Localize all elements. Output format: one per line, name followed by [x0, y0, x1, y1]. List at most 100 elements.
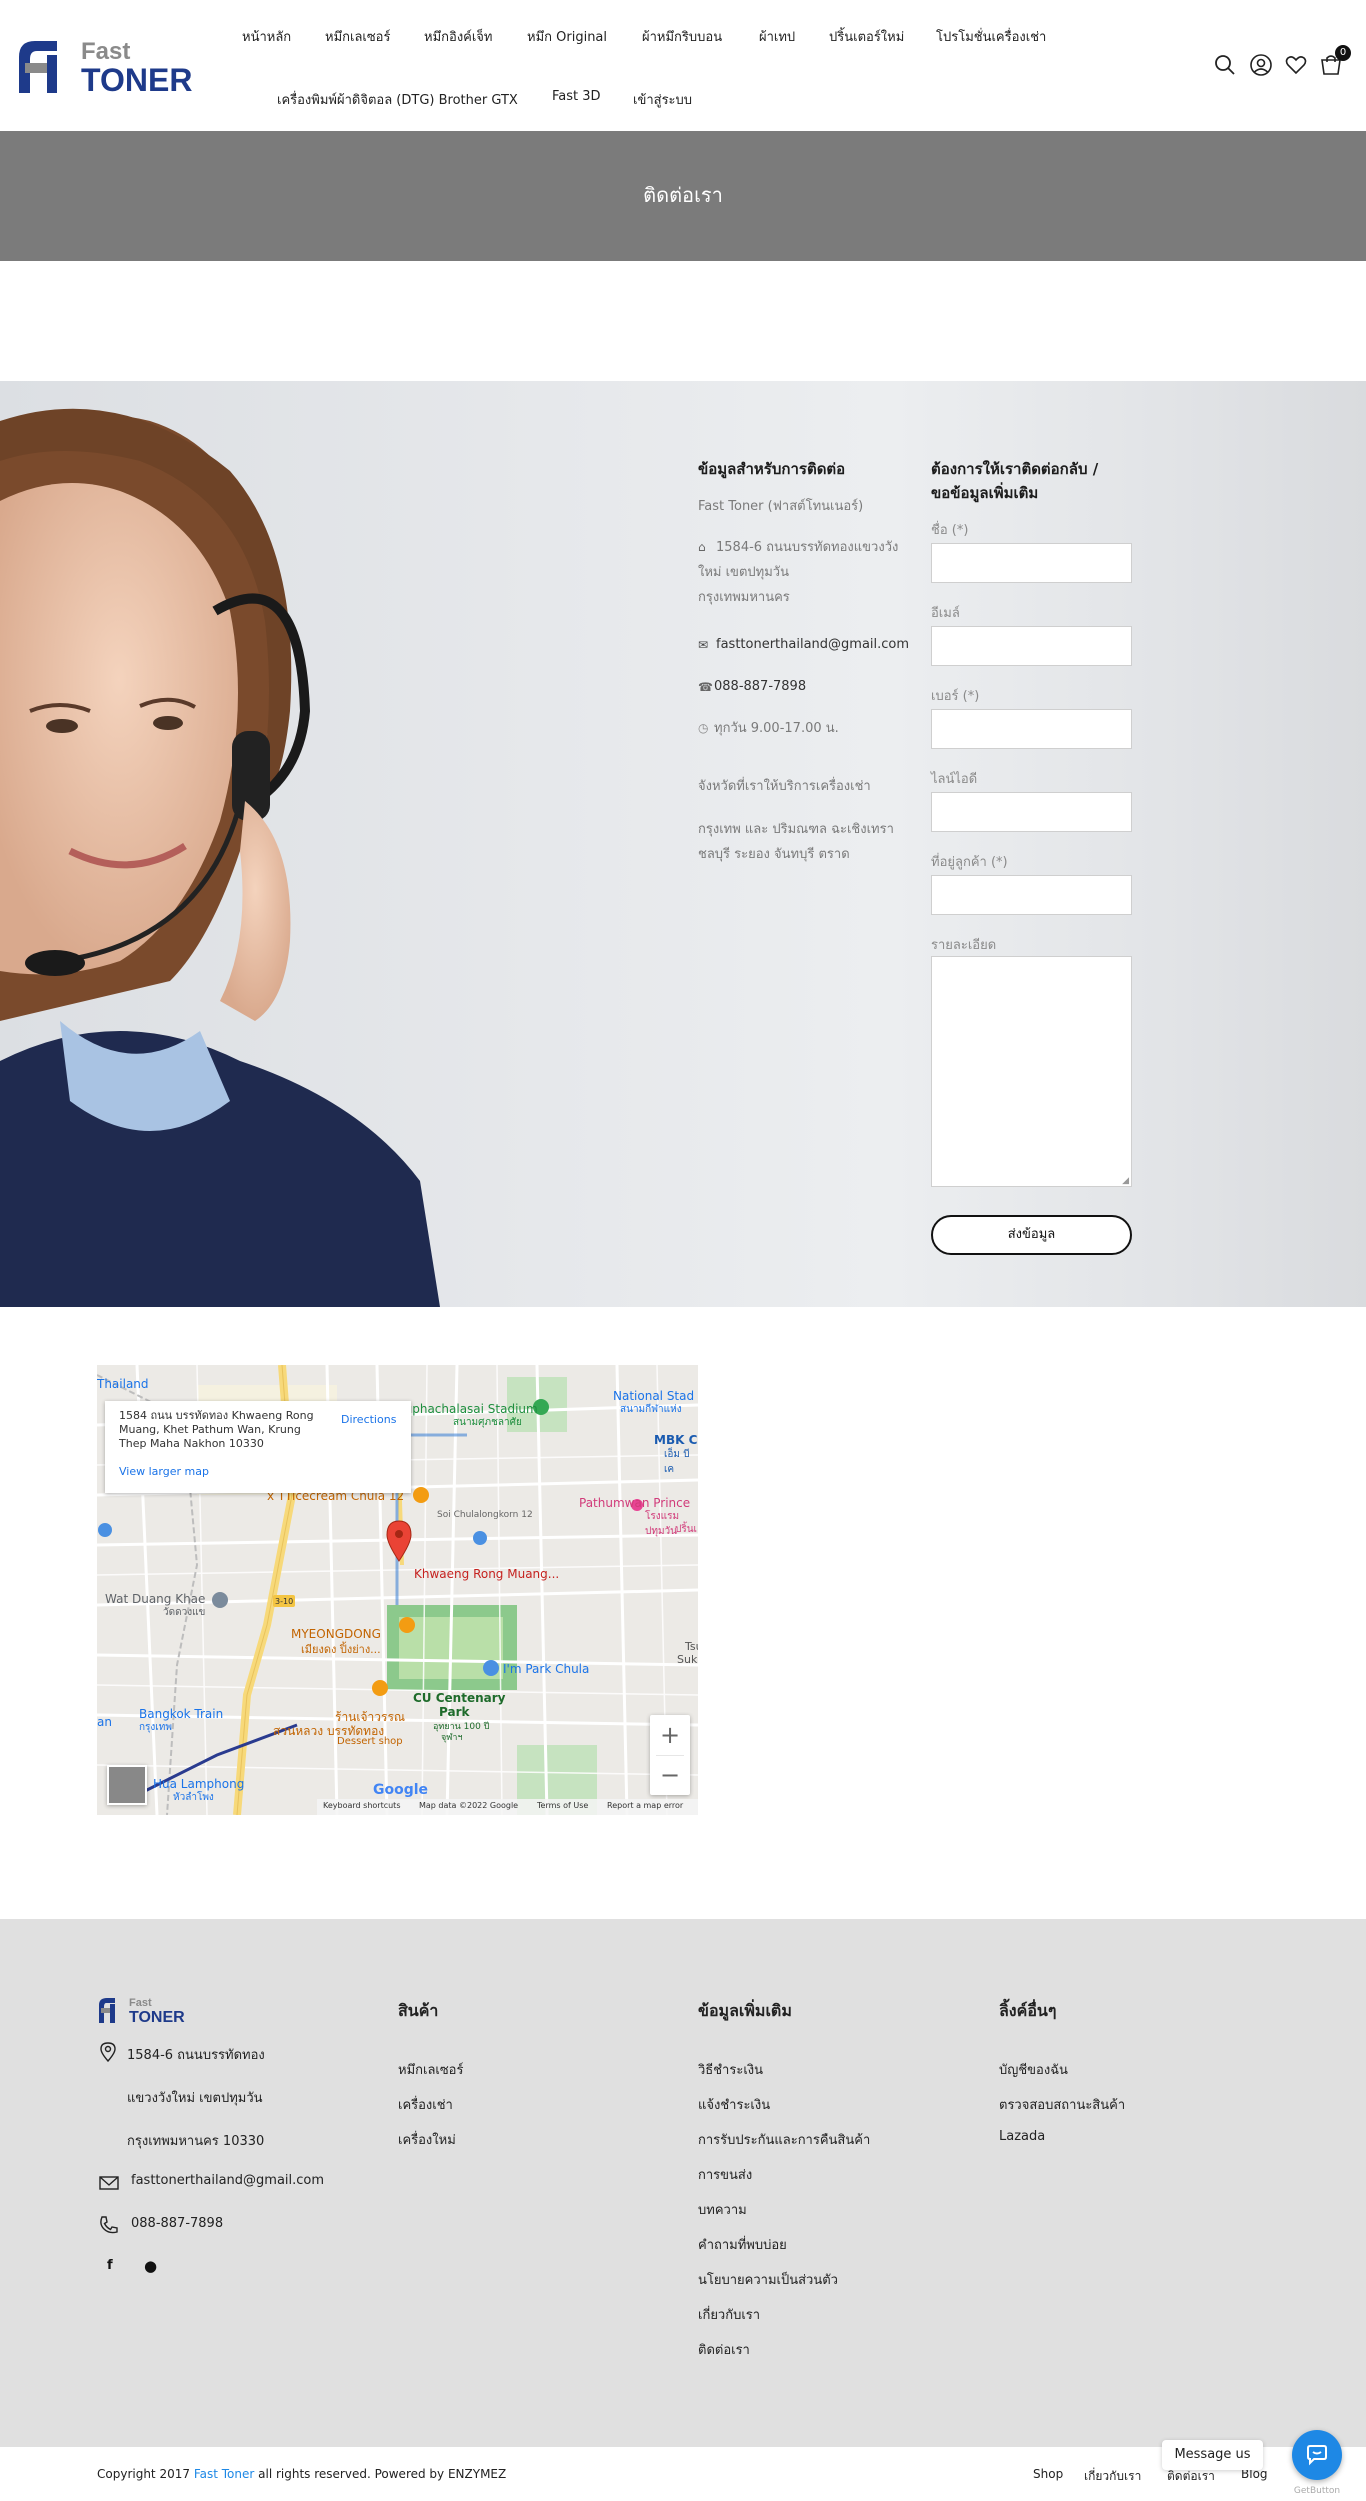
facebook-icon[interactable]: f — [107, 2258, 113, 2273]
nav-tape[interactable]: ผ้าเทป — [759, 26, 795, 47]
nav-ribbon[interactable]: ผ้าหมึกริบบอน — [642, 26, 722, 47]
footer-link-payment-method[interactable]: วิธีชำระเงิน — [698, 2059, 763, 2080]
map-label-national-stadium-th: สนามกีฬาแห่ง — [620, 1404, 682, 1415]
bottom-link-about[interactable]: เกี่ยวกับเรา — [1084, 2467, 1141, 2486]
footer-logo[interactable]: Fast TONER — [97, 1995, 197, 2025]
heart-icon[interactable] — [1284, 53, 1308, 77]
footer-logo-text-fast: Fast — [129, 1997, 152, 2009]
contact-phone[interactable]: 088-887-7898 — [714, 675, 806, 699]
submit-button[interactable]: ส่งข้อมูล — [931, 1215, 1132, 1255]
search-icon[interactable] — [1213, 53, 1237, 77]
footer-link-lazada[interactable]: Lazada — [999, 2129, 1045, 2144]
map-place-card: 1584 ถนน บรรทัดทอง Khwaeng Rong Muang, K… — [105, 1401, 411, 1493]
service-provinces-line-2: ชลบุรี ระยอง จันทบุรี ตราด — [698, 847, 850, 862]
phone-icon: ☎ — [698, 680, 713, 694]
copyright: Copyright 2017 Fast Toner all rights res… — [97, 2467, 506, 2481]
copyright-prefix: Copyright 2017 — [97, 2467, 190, 2481]
footer-link-my-account[interactable]: บัญชีของฉัน — [999, 2059, 1068, 2080]
nav-laser-toner[interactable]: หมึกเลเซอร์ — [325, 26, 390, 47]
nav-login[interactable]: เข้าสู่ระบบ — [633, 89, 692, 110]
logo-text-fast: Fast — [81, 38, 130, 65]
chat-button[interactable] — [1292, 2430, 1342, 2480]
zoom-out-button[interactable]: − — [650, 1755, 690, 1795]
user-icon[interactable] — [1249, 53, 1273, 77]
message-us-tooltip[interactable]: Message us — [1162, 2440, 1263, 2470]
footer-address-1: 1584-6 ถนนบรรทัดทอง — [127, 2048, 265, 2063]
copyright-brand-link[interactable]: Fast Toner — [194, 2467, 254, 2481]
site-header: Fast TONER หน้าหลัก หมึกเลเซอร์ หมึกอิงค… — [0, 0, 1366, 131]
map-label-myeongdong-th: เมียงดง ปิ้งย่าง... — [301, 1643, 381, 1656]
footer-link-about[interactable]: เกี่ยวกับเรา — [698, 2304, 760, 2325]
nav-original-ink[interactable]: หมึก Original — [527, 26, 607, 47]
envelope-icon: ✉ — [698, 638, 709, 652]
copyright-suffix: all rights reserved. Powered by ENZYMEZ — [258, 2467, 507, 2481]
map-label-cu-park: CU Centenary — [413, 1691, 506, 1705]
address-line-2: ใหม่ เขตปทุมวัน — [698, 565, 789, 580]
footer-link-privacy[interactable]: นโยบายความเป็นส่วนตัว — [698, 2269, 838, 2290]
temple-poi-icon[interactable] — [212, 1592, 228, 1608]
park-chula-poi-icon[interactable] — [483, 1660, 499, 1676]
map-terms-link[interactable]: Terms of Use — [537, 1801, 588, 1810]
contact-section: ข้อมูลสำหรับการติดต่อ Fast Toner (ฟาสต์โ… — [0, 381, 1366, 1307]
phone-input[interactable] — [931, 709, 1132, 749]
company-name: Fast Toner (ฟาสต์โทนเนอร์) — [698, 499, 864, 514]
nav-rental-promo[interactable]: โปรโมชั่นเครื่องเช่า — [936, 26, 1046, 47]
map-label-national-stadium: National Stad — [613, 1389, 695, 1403]
map-label-myeongdong: MYEONGDONG — [291, 1627, 381, 1641]
bottom-link-shop[interactable]: Shop — [1033, 2467, 1063, 2481]
name-input[interactable] — [931, 543, 1132, 583]
fast-toner-logo[interactable]: Fast TONER — [17, 33, 212, 97]
map-label-mbk: MBK C — [654, 1433, 698, 1447]
nav-dtg-printer[interactable]: เครื่องพิมพ์ผ้าดิจิตอล (DTG) Brother GTX — [277, 89, 518, 110]
footer-link-rental[interactable]: เครื่องเช่า — [398, 2094, 453, 2115]
address-input[interactable] — [931, 875, 1132, 915]
map-poi-blue-icon[interactable] — [473, 1531, 487, 1545]
mail-icon — [99, 2176, 119, 2190]
nav-inkjet[interactable]: หมึกอิงค์เจ็ท — [424, 26, 493, 47]
footer-link-laser-toner[interactable]: หมึกเลเซอร์ — [398, 2059, 463, 2080]
map-keyboard-shortcuts[interactable]: Keyboard shortcuts — [323, 1801, 400, 1810]
footer-link-articles[interactable]: บทความ — [698, 2199, 747, 2220]
email-input[interactable] — [931, 626, 1132, 666]
google-map[interactable]: Thailand Suphachalasai Stadium สนามศุภชล… — [97, 1365, 698, 1815]
address-line-1: 1584-6 ถนนบรรทัดทองแขวงวัง — [716, 540, 899, 555]
myeongdong-poi-icon[interactable] — [399, 1617, 415, 1633]
footer-link-payment-notify[interactable]: แจ้งชำระเงิน — [698, 2094, 770, 2115]
footer-phone[interactable]: 088-887-7898 — [131, 2216, 223, 2231]
home-icon: ⌂ — [698, 540, 706, 554]
nav-new-printer[interactable]: ปริ้นเตอร์ใหม่ — [829, 26, 904, 47]
map-directions-link[interactable]: Directions — [341, 1413, 396, 1426]
footer-link-faq[interactable]: คำถามที่พบบ่อย — [698, 2234, 787, 2255]
map-satellite-toggle[interactable] — [107, 1765, 147, 1805]
footer-link-contact[interactable]: ติดต่อเรา — [698, 2339, 750, 2360]
map-label-pathumwan: Pathumwan Prince — [579, 1496, 691, 1510]
contact-email[interactable]: fasttonerthailand@gmail.com — [716, 633, 909, 657]
icecream-poi-icon[interactable] — [413, 1487, 429, 1503]
footer-link-shipping[interactable]: การขนส่ง — [698, 2164, 752, 2185]
footer-link-new-machine[interactable]: เครื่องใหม่ — [398, 2129, 456, 2150]
map-road-number: 3-10 — [275, 1597, 294, 1606]
service-provinces-heading: จังหวัดที่เราให้บริการเครื่องเช่า — [698, 779, 871, 794]
footer-email[interactable]: fasttonerthailand@gmail.com — [131, 2173, 324, 2188]
resize-handle-icon[interactable]: ◢ — [1122, 1176, 1129, 1186]
contact-info-heading: ข้อมูลสำหรับการติดต่อ — [698, 460, 846, 478]
map-poi-left-icon[interactable] — [98, 1523, 112, 1537]
line-id-input[interactable] — [931, 792, 1132, 832]
nav-fast-3d[interactable]: Fast 3D — [552, 89, 601, 104]
footer-link-order-status[interactable]: ตรวจสอบสถานะสินค้า — [999, 2094, 1125, 2115]
getbutton-credit[interactable]: GetButton — [1292, 2486, 1342, 2496]
map-label-thailand: Thailand — [97, 1377, 149, 1391]
map-report-error-link[interactable]: Report a map error — [607, 1801, 683, 1810]
map-view-larger-link[interactable]: View larger map — [119, 1465, 209, 1478]
details-textarea[interactable]: ◢ — [931, 956, 1132, 1187]
nav-home[interactable]: หน้าหลัก — [242, 26, 291, 47]
page-title-band: ติดต่อเรา — [0, 131, 1366, 261]
name-label: ชื่อ (*) — [931, 523, 969, 538]
line-chat-icon[interactable]: ● — [144, 2257, 157, 2275]
dessert-poi-icon[interactable] — [372, 1680, 388, 1696]
footer-link-warranty[interactable]: การรับประกันและการคืนสินค้า — [698, 2129, 870, 2150]
map-label-cu-park-2: Park — [439, 1705, 470, 1719]
map-zoom-controls: + − — [650, 1715, 690, 1795]
zoom-in-button[interactable]: + — [650, 1715, 690, 1755]
footer-other-links-heading: ลิ้งค์อื่นๆ — [999, 2001, 1057, 2020]
